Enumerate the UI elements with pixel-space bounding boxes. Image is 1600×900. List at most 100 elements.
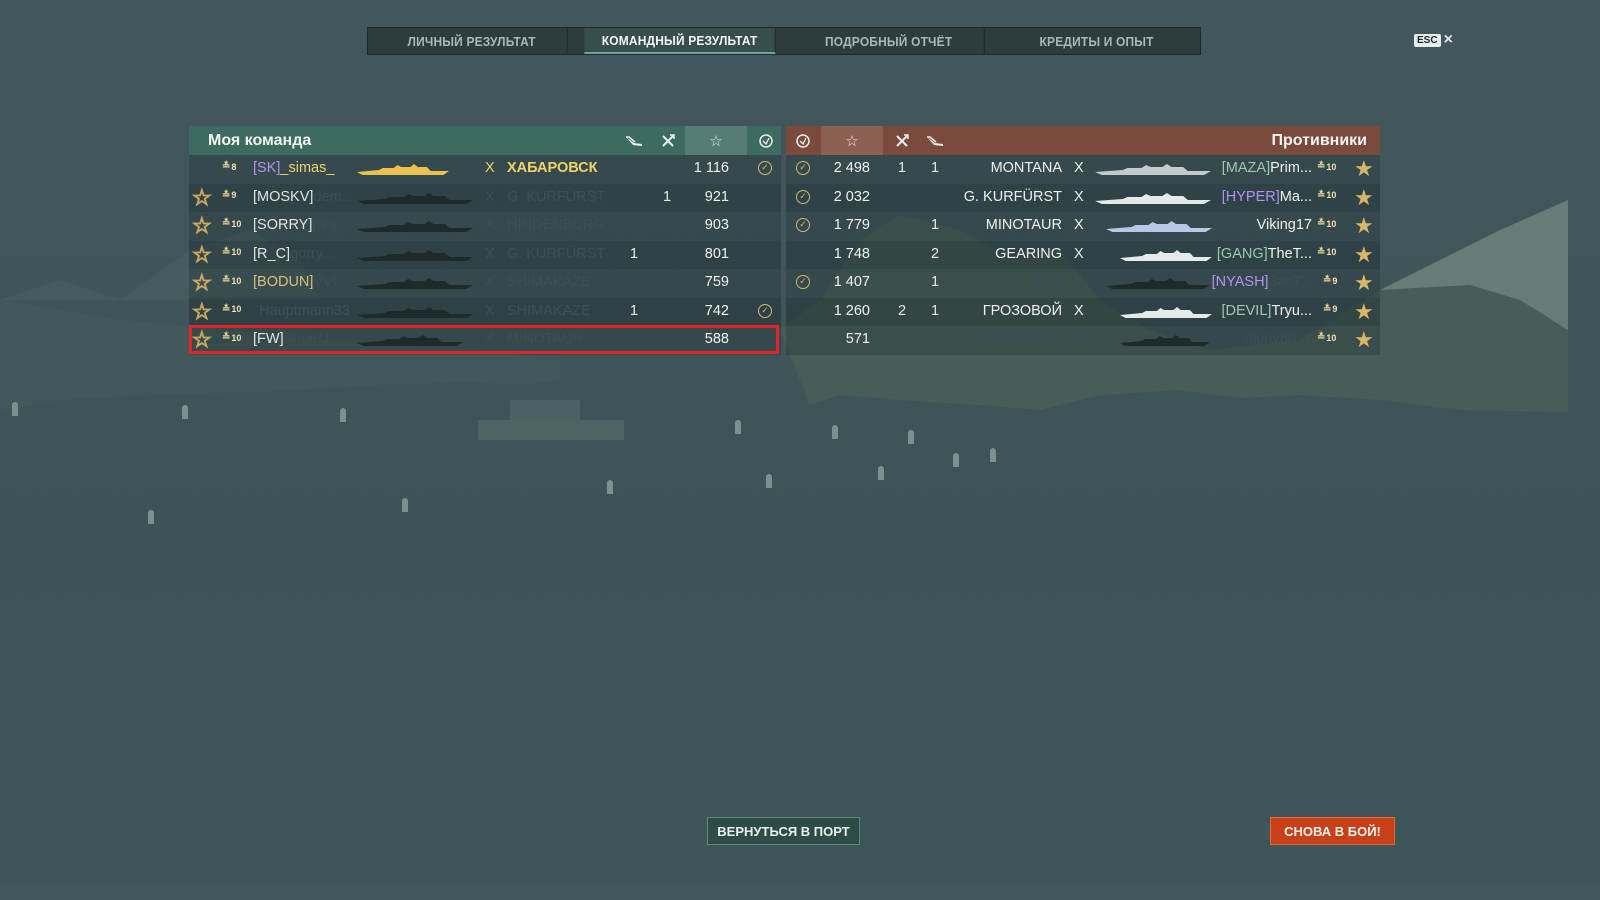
table-row[interactable]: ☆ ≛ 9 [MOSKV]dem... X G. KURFÜRST 1 921 [189,183,781,212]
player-nickname: gorry... [290,245,335,262]
ship-name: G. KURFÜRST [963,188,1062,205]
table-row[interactable]: ☆ ≛ 10 [SORRY]pira... X HINDENBURG 903 [189,212,781,241]
table-row[interactable]: ☆ ≛ 10 [BODUN]VVI... X SHIMAKAZE 759 [189,269,781,298]
ship-x-marker: X [1074,331,1084,347]
clan-tag: [DEVIL] [1221,302,1272,319]
player-name: Hauptmann33 [259,303,350,319]
return-to-port-button[interactable]: ВЕРНУТЬСЯ В ПОРТ [707,817,860,845]
enemy-team-title: Противники [1271,132,1368,149]
ship-x-marker: X [485,188,495,205]
score-star-icon: ☆ [685,126,747,155]
tab-detailed-report[interactable]: ПОДРОБНЫЙ ОТЧЁТ [793,28,985,54]
planes-shot-icon [619,126,649,155]
score-value: 1 748 [833,245,870,262]
player-nickname: _simas_ [280,160,335,176]
ship-silhouette-icon [357,306,473,318]
tab-personal-result[interactable]: ЛИЧНЫЙ РЕЗУЛЬТАТ [376,28,568,54]
ships-destroyed-icon [887,126,917,155]
table-row[interactable]: ☆ ≛ 10 [R_C]gorry... X G. KURFÜRST 1 801 [189,240,781,269]
tier-number: 10 [231,275,242,286]
tab-team-result[interactable]: КОМАНДНЫЙ РЕЗУЛЬТАТ [584,28,777,54]
tier-badge: ≛ 9 [1323,304,1337,315]
ship-x-marker: X [1074,302,1084,319]
tier-number: 9 [1332,275,1338,286]
player-name: [BODUN]VVI... [253,274,349,290]
rank-insignia-icon: ≛ [222,218,230,229]
score-value: 2 032 [833,188,870,205]
esc-close-button[interactable]: ESC × [1414,32,1453,48]
star-icon: ★ [1354,298,1374,324]
tier-number: 10 [1326,218,1337,229]
tier-number: 10 [1326,332,1337,343]
enemy-team-rows: ✓ 2 498 1 1 MONTANA X [MAZA]Prim... ≛ 10 ★ ✓ 2 032 G… [786,155,1380,355]
ship-name: MINOTAUR [507,331,584,347]
score-value: 921 [704,188,729,205]
score-value: 571 [845,331,870,347]
player-nickname: Viking17 [1256,217,1312,233]
table-row[interactable]: ✓ 2 498 1 1 MONTANA X [MAZA]Prim... ≛ 10 ★ [786,155,1380,184]
my-team-panel: Моя команда ☆ ≛ 8 [SK]_simas_ X ХАБАРОВСК 1 1… [189,126,781,355]
star-icon: ★ [1354,327,1374,352]
my-team-rows: ≛ 8 [SK]_simas_ X ХАБАРОВСК 1 116 ✓ ☆ ≛ 9 [MOSKV]d… [189,155,781,355]
tier-badge: ≛ 10 [222,247,241,258]
player-nickname: Tryu... [1271,302,1312,319]
ship-x-marker: X [485,302,495,319]
tier-badge: ≛ 10 [1317,332,1336,343]
ship-name: G. KURFÜRST [507,245,606,262]
ships-destroyed-icon [653,126,683,155]
ship-name: ГРОЗОВОЙ [982,302,1062,319]
tier-number: 10 [231,332,242,343]
clan-tag: [FW] [253,331,284,347]
table-row[interactable]: 1 748 2 GEARING X [GANG]TheT... ≛ 10 ★ [786,240,1380,269]
rank-insignia-icon: ≛ [1317,246,1325,258]
rank-insignia-icon: ≛ [1317,218,1325,229]
tier-badge: ≛ 10 [222,332,241,343]
tier-badge: ≛ 9 [222,190,236,201]
table-row[interactable]: ✓ 1 779 1 MINOTAUR X Viking17 ≛ 10 ★ [786,212,1380,241]
rank-insignia-icon: ≛ [222,332,230,343]
star-icon: ★ [1354,270,1374,295]
star-icon: ★ [1354,156,1374,181]
laurel-icon: ✓ [758,161,772,175]
score-value: 759 [704,274,729,290]
laurel-icon: ✓ [796,275,810,289]
ship-name: SHIMAKAZE [507,302,591,319]
score-value: 588 [704,331,729,347]
ship-x-marker: X [1074,274,1084,290]
clan-tag: [R_C] [253,245,291,262]
table-row[interactable]: ≛ 8 [SK]_simas_ X ХАБАРОВСК 1 116 ✓ [189,155,781,184]
clan-tag: [HYPER] [1221,188,1280,205]
star-icon: ☆ [191,184,212,210]
ship-x-marker: X [1074,245,1084,262]
tier-badge: ≛ 9 [1323,275,1337,286]
player-nickname: Ma... [1279,188,1312,205]
rank-insignia-icon: ≛ [222,246,230,258]
clan-tag: [GANG] [1216,245,1268,262]
ship-silhouette-icon [357,221,473,232]
my-team-title: Моя команда [208,132,312,149]
table-row[interactable]: 1 260 2 1 ГРОЗОВОЙ X [DEVIL]Tryu... ≛ 9 ★ [786,297,1380,326]
clan-tag: [MAZA] [1221,160,1271,176]
table-row[interactable]: ☆ ≛ 10 Hauptmann33 X SHIMAKAZE 1 742 ✓ [189,297,781,326]
tier-number: 10 [231,247,242,257]
table-row[interactable]: ✓ 2 032 G. KURFÜRST X [HYPER]Ma... ≛ 10 ★ [786,183,1380,212]
table-row[interactable]: ✓ 1 407 1 ZAO X [NYASH]ЗаcТ... ≛ 9 ★ [786,269,1380,298]
ship-silhouette-icon [1095,164,1211,175]
battle-again-button[interactable]: СНОВА В БОЙ! [1270,817,1395,845]
ship-name: ХАБАРОВСК [507,160,598,176]
score-value: 2 498 [833,160,870,176]
laurel-icon: ✓ [796,161,810,175]
score-value: 1 779 [833,217,870,233]
ship-name: SHIMAKAZE [507,274,591,290]
ship-name: HINDENBURG [507,217,605,233]
player-name: [MOSKV]dem... [253,189,354,205]
player-name: Viking17 [1196,217,1312,233]
tab-credits-xp[interactable]: КРЕДИТЫ И ОПЫТ [1001,28,1192,54]
table-row[interactable]: ☆ ≛ 10 [FW]SuperJ... X MINOTAUR 588 [189,326,781,355]
rank-insignia-icon: ≛ [1323,275,1331,286]
rank-insignia-icon: ≛ [222,189,230,201]
laurel-icon [788,126,818,155]
kills-count: 1 [629,245,639,262]
table-row[interactable]: 571 SHIMAKAZE Xdjony80_1 ≛ 10 ★ [786,326,1380,355]
player-nickname: ЗаcТ... [1268,274,1312,290]
